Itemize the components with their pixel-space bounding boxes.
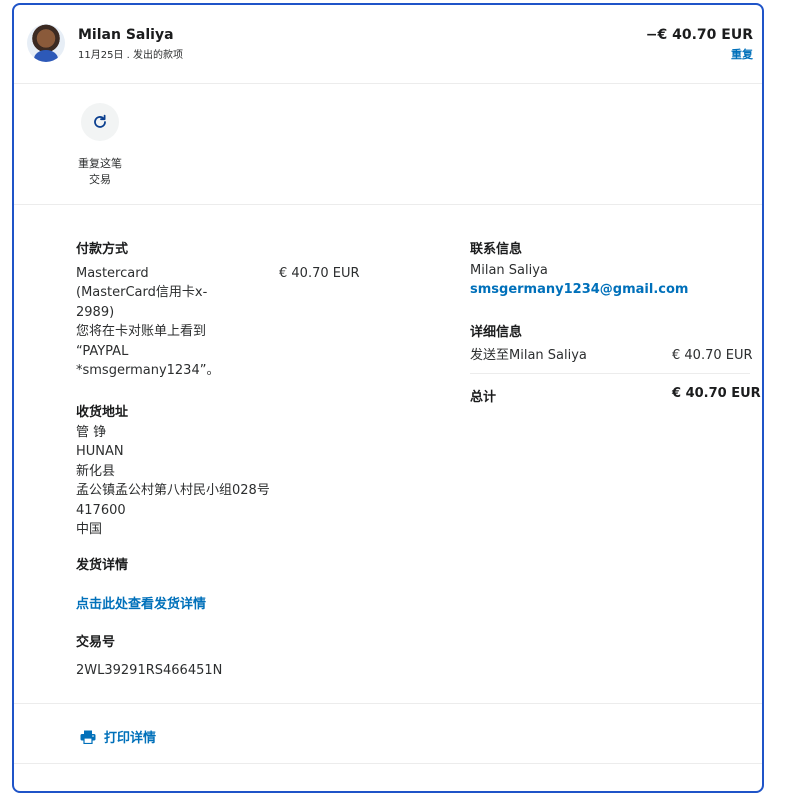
sent-to-label: 发送至Milan Saliya — [470, 348, 587, 363]
print-details-button[interactable]: 打印详情 — [80, 727, 156, 746]
contact-name: Milan Saliya — [470, 263, 548, 278]
repeat-icon — [94, 114, 106, 128]
print-details-label: 打印详情 — [104, 731, 157, 746]
delivery-details-title: 发货详情 — [76, 558, 129, 573]
contact-email-link[interactable]: smsgermany1234@gmail.com — [470, 282, 688, 297]
total-amount: € 40.70 EUR — [672, 386, 761, 401]
repeat-transaction-button[interactable] — [81, 103, 119, 141]
transaction-subline: 11月25日 . 发出的款项 — [78, 50, 183, 61]
sent-to-amount: € 40.70 EUR — [672, 348, 753, 363]
delivery-details-link[interactable]: 点击此处查看发货详情 — [76, 593, 206, 612]
payment-method-title: 付款方式 — [76, 242, 129, 257]
transaction-id-title: 交易号 — [76, 635, 116, 650]
divider — [14, 763, 762, 764]
counterparty-name: Milan Saliya — [78, 27, 174, 43]
transaction-amount: −€ 40.70 EUR — [645, 27, 753, 43]
repeat-transaction-label[interactable]: 重复这笔 交易 — [70, 156, 130, 188]
divider — [14, 83, 762, 84]
payment-method-lines: Mastercard (MasterCard信用卡x- 2989) 您将在卡对账… — [76, 266, 220, 379]
transaction-card: Milan Saliya 11月25日 . 发出的款项 −€ 40.70 EUR… — [12, 3, 764, 793]
printer-icon — [80, 730, 96, 744]
divider — [14, 204, 762, 205]
details-title: 详细信息 — [470, 325, 523, 340]
total-label: 总计 — [470, 390, 497, 405]
divider — [470, 373, 750, 374]
payment-amount: € 40.70 EUR — [279, 266, 360, 281]
divider — [14, 703, 762, 704]
shipping-address-title: 收货地址 — [76, 405, 129, 420]
transaction-id: 2WL39291RS466451N — [76, 663, 223, 678]
avatar — [27, 24, 65, 62]
transaction-header[interactable]: Milan Saliya 11月25日 . 发出的款项 −€ 40.70 EUR… — [14, 5, 762, 83]
contact-info-title: 联系信息 — [470, 242, 523, 257]
shipping-address-lines: 管 铮 HUNAN 新化县 孟公镇孟公村第八村民小组028号 417600 中国 — [76, 425, 270, 538]
repeat-link[interactable]: 重复 — [731, 46, 753, 62]
